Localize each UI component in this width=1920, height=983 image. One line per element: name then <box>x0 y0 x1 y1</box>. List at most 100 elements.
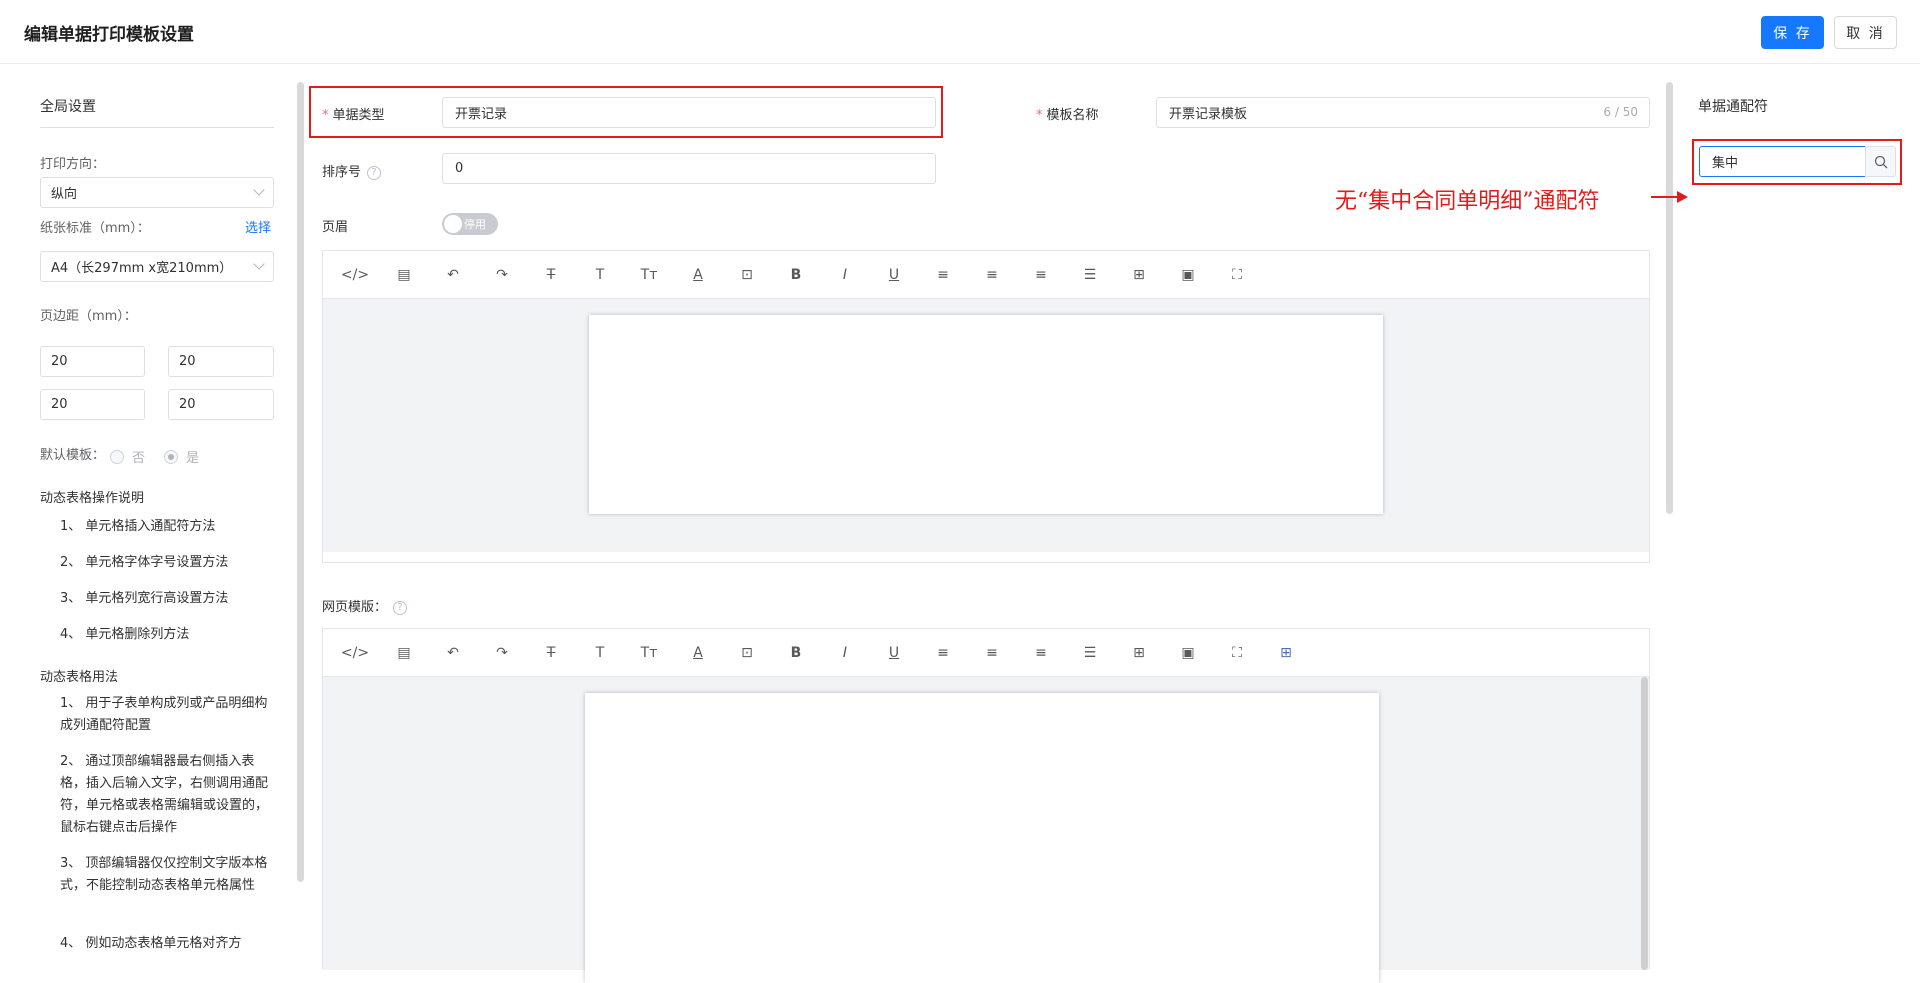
help-item: 2、 单元格字体字号设置方法 <box>60 555 229 570</box>
fullscreen-icon[interactable]: ⛶ <box>1225 641 1249 665</box>
align-right-icon[interactable]: ≡ <box>1029 641 1053 665</box>
font-size-icon[interactable]: T <box>588 641 612 665</box>
global-settings-panel: 全局设置 打印方向： 纵向 纸张标准（mm）： 选择 A4（长297mm x宽2… <box>40 64 275 969</box>
default-no-radio[interactable]: 否 <box>110 447 145 466</box>
margin-right-input[interactable]: 20 <box>168 389 274 420</box>
question-icon: ? <box>367 165 382 180</box>
divider <box>40 127 274 128</box>
radio-label: 是 <box>186 451 200 466</box>
sort-number-input[interactable]: 0 <box>442 153 936 184</box>
editor-toolbar: </> ▤ ↶ ↷ T T Tт A ⊡ B I U ≡ ≡ ≡ ☰ ⊞ ▣ ⛶… <box>323 629 1649 677</box>
doc-type-input[interactable]: 开票记录 <box>442 97 936 128</box>
redo-icon[interactable]: ↷ <box>490 263 514 287</box>
margin-left-input[interactable]: 20 <box>40 389 145 420</box>
section-title: 全局设置 <box>40 99 96 115</box>
layout-icon[interactable]: ▤ <box>392 641 416 665</box>
web-template-label: 网页模版：? <box>322 596 408 615</box>
align-center-icon[interactable]: ≡ <box>980 641 1004 665</box>
radio-label: 否 <box>132 451 146 466</box>
editor-toolbar: </> ▤ ↶ ↷ T T Tт A ⊡ B I U ≡ ≡ ≡ ☰ ⊞ ▣ ⛶ <box>323 251 1649 299</box>
paper-page[interactable] <box>585 693 1379 983</box>
wildcard-search-input[interactable]: 集中 <box>1699 146 1866 177</box>
bold-icon[interactable]: B <box>784 263 808 287</box>
editor-scrollbar[interactable] <box>1641 677 1648 970</box>
default-yes-radio[interactable]: 是 <box>164 447 199 466</box>
margin-bottom-input[interactable]: 20 <box>168 346 274 377</box>
sort-number-label: 排序号? <box>322 161 382 180</box>
help-item: 3、 顶部编辑器仅仅控制文字版本格式，不能控制动态表格单元格属性 <box>60 856 268 893</box>
image-icon[interactable]: ▣ <box>1176 641 1200 665</box>
save-button[interactable]: 保 存 <box>1761 16 1824 49</box>
font-color-icon[interactable]: A <box>686 641 710 665</box>
paper-size-value: A4（长297mm x宽210mm） <box>51 261 233 276</box>
print-direction-label: 打印方向： <box>40 157 106 172</box>
help-item: 4、 单元格删除列方法 <box>60 627 190 642</box>
annotation-text: 无“集中合同单明细”通配符 <box>1335 189 1600 214</box>
code-view-icon[interactable]: </> <box>341 641 369 665</box>
radio-circle-checked <box>164 449 178 464</box>
strikethrough-icon[interactable]: T <box>539 641 563 665</box>
paper-size-select[interactable]: A4（长297mm x宽210mm） <box>40 251 274 282</box>
font-color-icon[interactable]: A <box>686 263 710 287</box>
justify-icon[interactable]: ☰ <box>1078 263 1102 287</box>
align-right-icon[interactable]: ≡ <box>1029 263 1053 287</box>
print-direction-select[interactable]: 纵向 <box>40 177 274 208</box>
help-item: 3、 单元格列宽行高设置方法 <box>60 591 229 606</box>
search-button[interactable] <box>1865 146 1896 177</box>
template-name-label: * 模板名称 <box>1036 108 1099 123</box>
help-title-usage: 动态表格用法 <box>40 670 119 685</box>
background-color-icon[interactable]: ⊡ <box>735 263 759 287</box>
help-item: 1、 单元格插入通配符方法 <box>60 519 216 534</box>
code-view-icon[interactable]: </> <box>341 263 369 287</box>
paper-select-link[interactable]: 选择 <box>245 217 271 236</box>
center-scrollbar[interactable] <box>1666 82 1673 514</box>
cancel-button[interactable]: 取 消 <box>1834 16 1897 49</box>
insert-table-icon[interactable]: ⊞ <box>1274 641 1298 665</box>
fullscreen-icon[interactable]: ⛶ <box>1225 263 1249 287</box>
header-rich-editor[interactable]: </> ▤ ↶ ↷ T T Tт A ⊡ B I U ≡ ≡ ≡ ☰ ⊞ ▣ ⛶ <box>322 250 1650 563</box>
editor-canvas[interactable] <box>323 677 1649 983</box>
background-color-icon[interactable]: ⊡ <box>735 641 759 665</box>
margin-label: 页边距（mm）： <box>40 309 137 324</box>
table-icon[interactable]: ⊞ <box>1127 641 1151 665</box>
text-size-icon[interactable]: Tт <box>637 263 661 287</box>
question-icon: ? <box>393 600 408 615</box>
text-size-icon[interactable]: Tт <box>637 641 661 665</box>
char-counter: 6 / 50 <box>1603 105 1638 119</box>
image-icon[interactable]: ▣ <box>1176 263 1200 287</box>
page-title: 编辑单据打印模板设置 <box>24 25 194 45</box>
print-direction-value: 纵向 <box>51 187 78 202</box>
web-rich-editor[interactable]: </> ▤ ↶ ↷ T T Tт A ⊡ B I U ≡ ≡ ≡ ☰ ⊞ ▣ ⛶… <box>322 628 1650 983</box>
undo-icon[interactable]: ↶ <box>441 263 465 287</box>
align-left-icon[interactable]: ≡ <box>931 641 955 665</box>
paper-standard-label: 纸张标准（mm）： <box>40 221 150 236</box>
strikethrough-icon[interactable]: T <box>539 263 563 287</box>
margin-top-input[interactable]: 20 <box>40 346 145 377</box>
header-toggle-switch[interactable]: 停用 <box>442 213 498 235</box>
left-scrollbar[interactable] <box>297 82 304 882</box>
header-label: 页眉 <box>322 220 349 235</box>
template-name-value: 开票记录模板 <box>1169 107 1248 122</box>
paper-page[interactable] <box>589 315 1383 514</box>
switch-label: 停用 <box>464 218 486 231</box>
radio-circle <box>110 449 124 464</box>
justify-icon[interactable]: ☰ <box>1078 641 1102 665</box>
switch-knob <box>444 215 462 233</box>
table-icon[interactable]: ⊞ <box>1127 263 1151 287</box>
underline-icon[interactable]: U <box>882 263 906 287</box>
bold-icon[interactable]: B <box>784 641 808 665</box>
italic-icon[interactable]: I <box>833 641 857 665</box>
template-name-input[interactable]: 开票记录模板 6 / 50 <box>1156 97 1650 128</box>
search-icon <box>1874 155 1887 168</box>
help-item: 2、 通过顶部编辑器最右侧插入表格，插入后输入文字，右侧调用通配符，单元格或表格… <box>60 754 269 835</box>
align-center-icon[interactable]: ≡ <box>980 263 1004 287</box>
layout-icon[interactable]: ▤ <box>392 263 416 287</box>
editor-canvas[interactable] <box>323 299 1649 552</box>
redo-icon[interactable]: ↷ <box>490 641 514 665</box>
font-size-icon[interactable]: T <box>588 263 612 287</box>
align-left-icon[interactable]: ≡ <box>931 263 955 287</box>
undo-icon[interactable]: ↶ <box>441 641 465 665</box>
chevron-down-icon <box>253 258 265 270</box>
italic-icon[interactable]: I <box>833 263 857 287</box>
underline-icon[interactable]: U <box>882 641 906 665</box>
